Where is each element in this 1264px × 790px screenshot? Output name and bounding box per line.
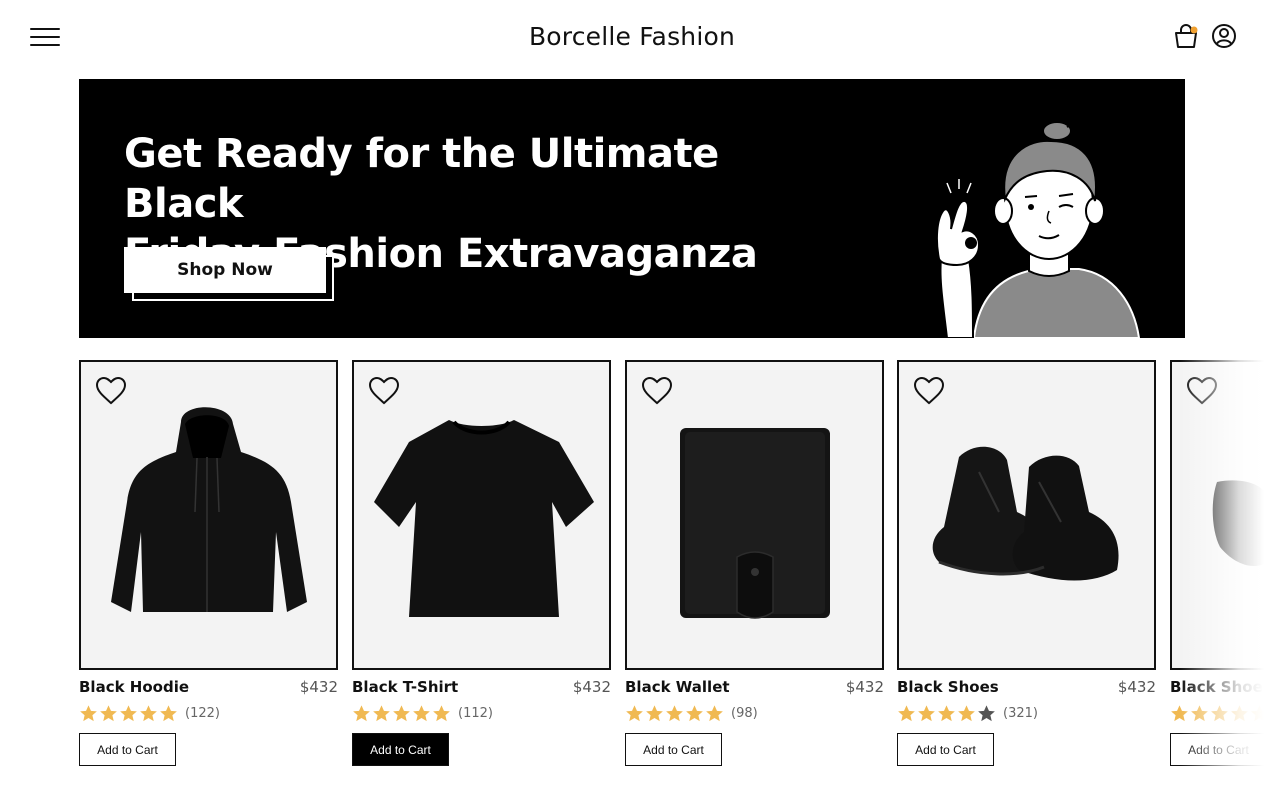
product-price: $432 bbox=[845, 678, 884, 696]
shoes-image bbox=[932, 446, 1119, 581]
review-count: (98) bbox=[731, 705, 758, 721]
review-count: (122) bbox=[185, 705, 220, 721]
star-rating bbox=[625, 704, 725, 723]
star-rating bbox=[1170, 704, 1264, 723]
star-filled-icon bbox=[1251, 704, 1264, 721]
star-filled-icon bbox=[1171, 704, 1188, 721]
brand-title: Borcelle Fashion bbox=[0, 22, 1264, 51]
product-image-frame[interactable] bbox=[79, 360, 338, 670]
star-filled-icon bbox=[413, 704, 430, 721]
add-to-cart-button[interactable]: Add to Cart bbox=[625, 733, 722, 766]
brand-title-text[interactable]: Borcelle Fashion bbox=[529, 22, 735, 51]
star-filled-icon bbox=[80, 704, 97, 721]
wallet-image bbox=[680, 428, 830, 619]
star-filled-icon bbox=[898, 704, 915, 721]
notification-dot bbox=[1190, 26, 1198, 34]
heart-icon[interactable] bbox=[95, 376, 127, 406]
star-rating bbox=[79, 704, 179, 723]
star-filled-icon bbox=[626, 704, 643, 721]
star-filled-icon bbox=[1191, 704, 1208, 721]
review-count: (321) bbox=[1003, 705, 1038, 721]
heart-icon[interactable] bbox=[641, 376, 673, 406]
star-filled-icon bbox=[393, 704, 410, 721]
star-filled-icon bbox=[1231, 704, 1248, 721]
add-to-cart-button[interactable]: Add to Cart bbox=[79, 733, 176, 766]
account-icon[interactable] bbox=[1210, 22, 1238, 50]
product-rating bbox=[1170, 702, 1264, 724]
star-filled-icon bbox=[938, 704, 955, 721]
product-name[interactable]: Black Shoes bbox=[897, 678, 999, 696]
product-name[interactable]: Black Hoodie bbox=[79, 678, 189, 696]
star-filled-icon bbox=[120, 704, 137, 721]
product-rating: (122) bbox=[79, 702, 220, 724]
heart-icon[interactable] bbox=[1186, 376, 1218, 406]
star-rating bbox=[897, 704, 997, 723]
product-rating: (98) bbox=[625, 702, 758, 724]
product-image-frame[interactable] bbox=[897, 360, 1156, 670]
product-price: $432 bbox=[572, 678, 611, 696]
product-image-frame[interactable] bbox=[625, 360, 884, 670]
promo-banner: Get Ready for the Ultimate Black Friday … bbox=[79, 79, 1185, 338]
product-price: $432 bbox=[299, 678, 338, 696]
product-name[interactable]: Black Wallet bbox=[625, 678, 730, 696]
hoodie-image bbox=[111, 407, 307, 612]
product-image-frame[interactable] bbox=[1170, 360, 1264, 670]
top-nav: Borcelle Fashion bbox=[0, 0, 1264, 78]
star-filled-icon bbox=[433, 704, 450, 721]
man-ok-gesture-illustration bbox=[935, 121, 1141, 338]
review-count: (112) bbox=[458, 705, 493, 721]
sunglasses-image bbox=[1212, 480, 1264, 566]
banner-title-line1: Get Ready for the Ultimate Black bbox=[124, 131, 719, 227]
star-filled-icon bbox=[686, 704, 703, 721]
product-name[interactable]: Black T-Shirt bbox=[352, 678, 458, 696]
star-filled-icon bbox=[958, 704, 975, 721]
product-price: $432 bbox=[1117, 678, 1156, 696]
add-to-cart-button[interactable]: Add to Cart bbox=[897, 733, 994, 766]
star-filled-icon bbox=[918, 704, 935, 721]
add-to-cart-button[interactable]: Add to Cart bbox=[352, 733, 449, 766]
star-filled-icon bbox=[1211, 704, 1228, 721]
star-filled-icon bbox=[353, 704, 370, 721]
add-to-cart-button[interactable]: Add to Cart bbox=[1170, 733, 1264, 766]
star-filled-icon bbox=[373, 704, 390, 721]
tshirt-image bbox=[374, 420, 594, 617]
shop-now-wrap: Shop Now bbox=[124, 247, 334, 301]
star-empty-icon bbox=[978, 704, 995, 721]
hamburger-menu-icon[interactable] bbox=[30, 26, 60, 48]
star-rating bbox=[352, 704, 452, 723]
shop-now-button[interactable]: Shop Now bbox=[124, 247, 326, 293]
shopping-bag-icon[interactable] bbox=[1172, 22, 1200, 50]
star-filled-icon bbox=[646, 704, 663, 721]
product-rating: (112) bbox=[352, 702, 493, 724]
star-filled-icon bbox=[706, 704, 723, 721]
product-name[interactable]: Black Shoes bbox=[1170, 678, 1264, 696]
star-filled-icon bbox=[100, 704, 117, 721]
star-filled-icon bbox=[160, 704, 177, 721]
product-rating: (321) bbox=[897, 702, 1038, 724]
heart-icon[interactable] bbox=[913, 376, 945, 406]
product-image-frame[interactable] bbox=[352, 360, 611, 670]
star-filled-icon bbox=[140, 704, 157, 721]
heart-icon[interactable] bbox=[368, 376, 400, 406]
star-filled-icon bbox=[666, 704, 683, 721]
